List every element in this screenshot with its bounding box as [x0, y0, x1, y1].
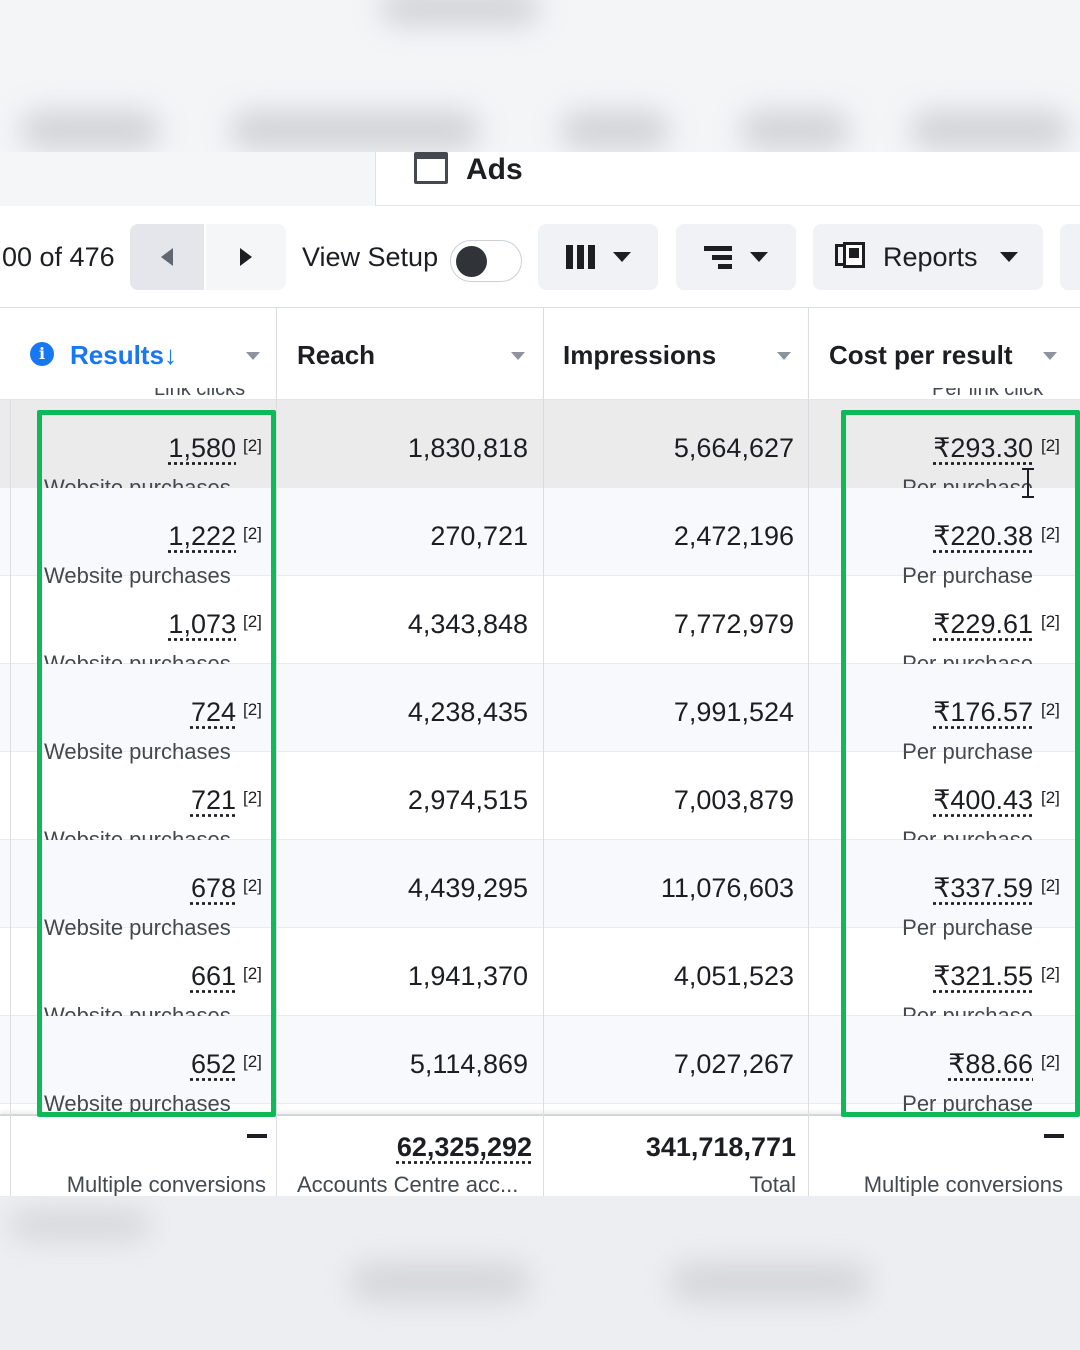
column-divider	[10, 400, 11, 1196]
blurred-top-area	[0, 0, 1080, 152]
caret-right-icon	[240, 248, 252, 266]
info-icon[interactable]: i	[30, 342, 54, 366]
impressions-value: 7,027,267	[673, 1049, 794, 1079]
reach-value: 1,830,818	[407, 433, 528, 463]
reach-total[interactable]: 62,325,292	[397, 1132, 532, 1163]
column-header-impressions[interactable]: Impressions	[544, 308, 808, 400]
columns-button[interactable]	[538, 224, 658, 290]
impressions-value: 11,076,603	[660, 873, 794, 903]
sort-descending-icon: ↓	[164, 340, 177, 370]
impressions-value: 7,003,879	[673, 785, 794, 815]
column-header-cost-per-result[interactable]: Cost per result	[809, 308, 1080, 400]
impressions-value: 2,472,196	[673, 521, 794, 551]
chevron-down-icon	[750, 252, 768, 262]
cost-total	[1044, 1134, 1064, 1138]
more-toolbar-button[interactable]	[1060, 224, 1080, 290]
ads-tab-title[interactable]: Ads	[466, 152, 523, 188]
impressions-total: 341,718,771	[645, 1132, 796, 1162]
results-total-sub: Multiple conversions	[66, 1172, 266, 1197]
chevron-down-icon[interactable]	[1043, 352, 1057, 360]
reports-button[interactable]: Reports	[813, 224, 1043, 290]
view-setup-toggle[interactable]	[450, 240, 522, 282]
column-divider[interactable]	[276, 308, 277, 1196]
reach-value: 4,343,848	[407, 609, 528, 639]
column-header-label: Results	[70, 340, 164, 370]
table-toolbar: 00 of 476 View Setup Reports	[0, 206, 1080, 308]
breakdown-button[interactable]	[676, 224, 796, 290]
column-header-results[interactable]: i Results ↓	[0, 308, 276, 400]
next-page-button[interactable]	[206, 224, 286, 290]
column-header-label: Reach	[297, 340, 376, 370]
impressions-value: 5,664,627	[673, 433, 794, 463]
results-highlight-box	[37, 410, 276, 1117]
reach-value: 4,439,295	[407, 873, 528, 903]
columns-icon	[565, 245, 595, 269]
pagination-text: 00 of 476	[2, 242, 115, 272]
chevron-down-icon[interactable]	[246, 352, 260, 360]
impressions-value: 4,051,523	[673, 961, 794, 991]
reports-label: Reports	[883, 241, 978, 272]
results-subtitle: Link clicks	[154, 388, 246, 400]
totals-row: Multiple conversions 62,325,292 Accounts…	[0, 1114, 1080, 1197]
column-divider[interactable]	[808, 308, 809, 1196]
column-header-label: Impressions	[563, 340, 717, 370]
chevron-down-icon[interactable]	[777, 352, 791, 360]
breakdown-icon	[704, 245, 732, 269]
reach-value: 270,721	[430, 521, 528, 551]
chevron-down-icon	[999, 252, 1018, 262]
ad-set-icon	[414, 152, 448, 184]
column-header-label: Cost per result	[829, 340, 1013, 370]
reach-value: 2,974,515	[407, 785, 528, 815]
impressions-value: 7,772,979	[673, 609, 794, 639]
reach-value: 1,941,370	[407, 961, 528, 991]
text-cursor-icon	[1022, 468, 1034, 498]
reports-icon	[835, 242, 867, 272]
reach-value: 4,238,435	[407, 697, 528, 727]
view-setup-label: View Setup	[302, 242, 439, 272]
campaign-level-area	[0, 152, 376, 206]
caret-left-icon	[161, 248, 173, 266]
blurred-bottom-area	[0, 1196, 1080, 1350]
cost-subtitle: Per link click	[932, 388, 1044, 400]
column-header-reach[interactable]: Reach	[277, 308, 543, 400]
reach-value: 5,114,869	[409, 1049, 528, 1079]
results-total	[247, 1134, 267, 1138]
ads-level-header: Ads	[0, 152, 1080, 206]
reach-total-sub: Accounts Centre acc...	[297, 1172, 519, 1197]
cost-highlight-box	[841, 410, 1080, 1117]
toggle-knob	[456, 246, 487, 277]
previous-page-button[interactable]	[130, 224, 204, 290]
chevron-down-icon[interactable]	[511, 352, 525, 360]
impressions-total-sub: Total	[749, 1172, 796, 1197]
cost-total-sub: Multiple conversions	[863, 1172, 1063, 1197]
chevron-down-icon	[612, 252, 631, 262]
impressions-value: 7,991,524	[673, 697, 794, 727]
column-divider[interactable]	[543, 308, 544, 1196]
